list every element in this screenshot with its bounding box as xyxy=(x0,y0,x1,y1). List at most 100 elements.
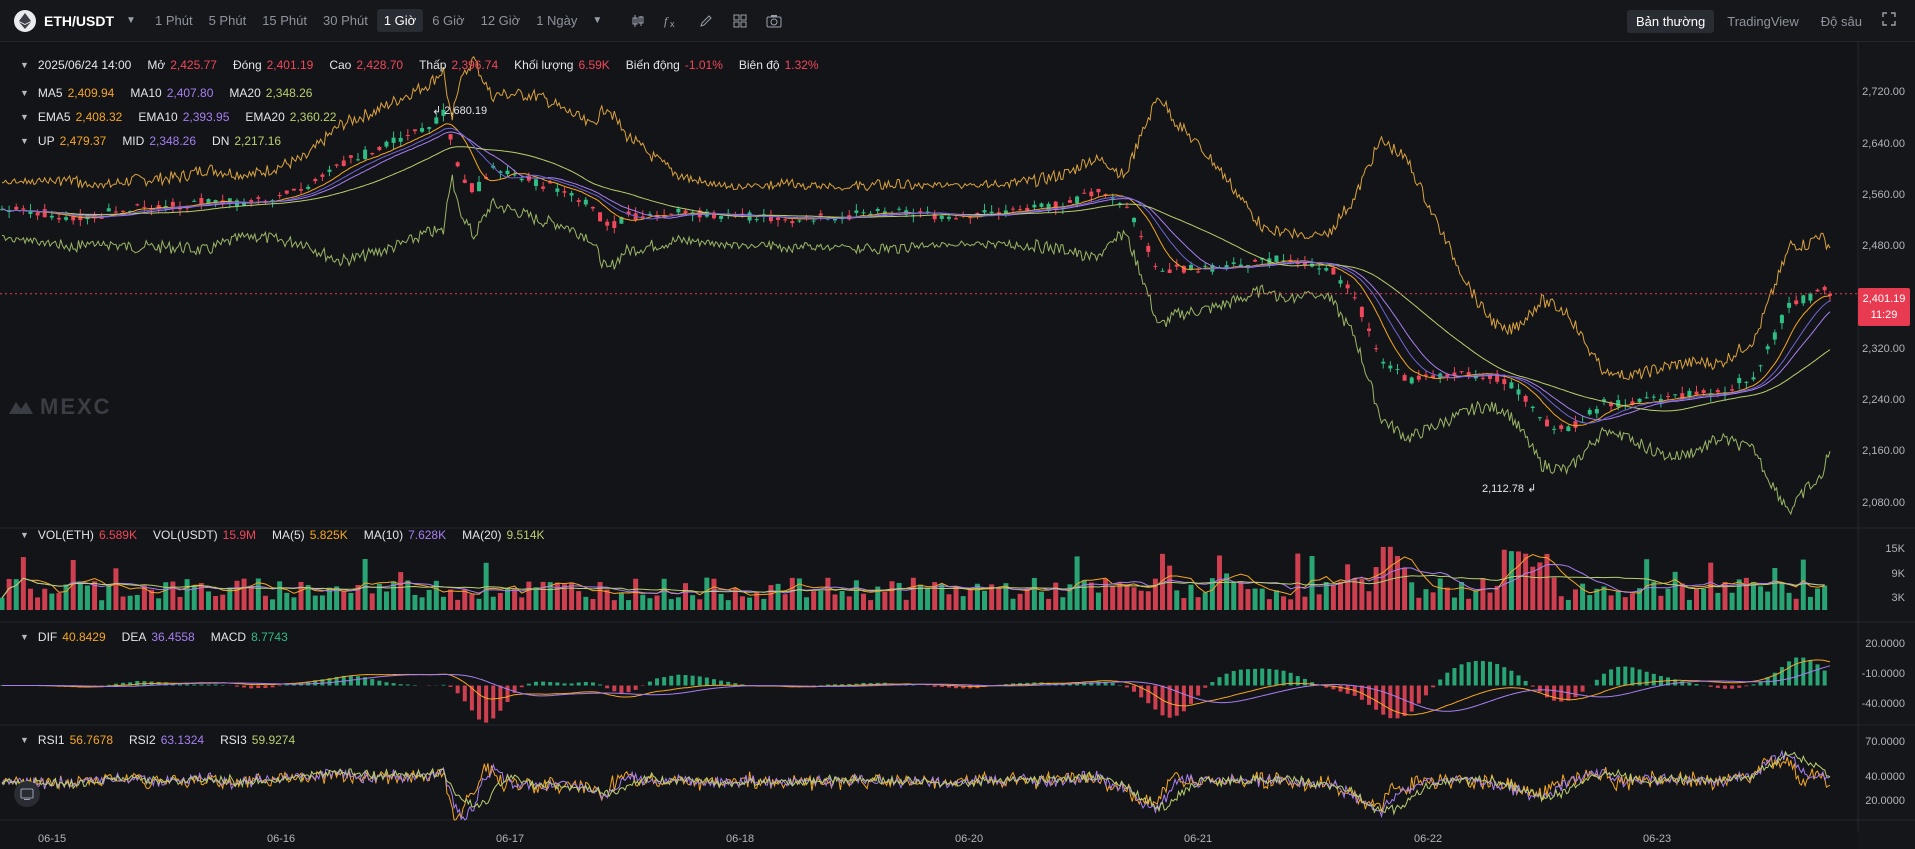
date-tick: 06-20 xyxy=(955,833,984,845)
candle-body xyxy=(1509,382,1514,389)
candle-body xyxy=(1011,208,1016,210)
macd-histogram-bar xyxy=(277,685,282,687)
volume-bar xyxy=(177,596,183,610)
interval-1h[interactable]: 1 Giờ xyxy=(376,9,424,32)
macd-histogram-bar xyxy=(1395,685,1400,719)
volume-bar xyxy=(1338,581,1344,610)
collapse-chevron-icon[interactable]: ▼ xyxy=(20,136,29,146)
candle-body xyxy=(1744,381,1749,383)
macd-histogram-bar xyxy=(1445,672,1450,686)
volume-bar xyxy=(1095,592,1101,610)
candles-settings-icon[interactable] xyxy=(628,11,648,31)
macd-histogram-bar xyxy=(1203,685,1208,688)
volume-bar xyxy=(1551,577,1557,610)
indicators-fx-icon[interactable]: fx xyxy=(662,11,682,31)
candle-body xyxy=(1594,409,1599,414)
ema20-label: EMA20 xyxy=(245,110,285,124)
collapse-chevron-icon[interactable]: ▼ xyxy=(20,112,29,122)
candle-body xyxy=(1566,426,1571,432)
volume-bar xyxy=(1565,599,1571,610)
macd-histogram-bar xyxy=(676,674,681,686)
macd-histogram-bar xyxy=(569,683,574,686)
volume-bar xyxy=(1437,578,1443,610)
amplitude-value: 1.32% xyxy=(784,58,819,72)
volume-bar xyxy=(761,598,767,610)
camera-icon[interactable] xyxy=(764,11,784,31)
low-value: 2,396.74 xyxy=(451,58,499,72)
view-basic[interactable]: Bản thường xyxy=(1626,9,1715,33)
candle-body xyxy=(405,135,410,137)
interval-6h[interactable]: 6 Giờ xyxy=(425,9,471,32)
volume-bar xyxy=(1010,598,1016,610)
vol-ma10-label: MA(10) xyxy=(363,528,404,542)
volume-bar xyxy=(818,590,824,610)
volume-bar xyxy=(1380,546,1386,610)
volume-bar xyxy=(1309,555,1315,610)
volume-bar xyxy=(1758,586,1764,610)
price-chart[interactable] xyxy=(0,42,1915,849)
macd-histogram-bar xyxy=(1794,657,1799,686)
volume-bar xyxy=(227,588,233,610)
macd-histogram-bar xyxy=(355,676,360,686)
candle-body xyxy=(669,213,674,215)
volume-bar xyxy=(1779,583,1785,610)
view-depth[interactable]: Độ sâu xyxy=(1812,10,1871,33)
interval-15m[interactable]: 15 Phút xyxy=(255,9,314,32)
collapse-chevron-icon[interactable]: ▼ xyxy=(20,60,29,70)
view-tradingview[interactable]: TradingView xyxy=(1718,10,1808,33)
interval-5m[interactable]: 5 Phút xyxy=(202,9,254,32)
rsi3-label: RSI3 xyxy=(220,733,247,747)
macd-histogram-bar xyxy=(605,685,610,689)
layout-grid-icon[interactable] xyxy=(730,11,750,31)
macd-histogram-bar xyxy=(177,684,182,686)
volume-bar xyxy=(1444,587,1450,610)
volume-bar xyxy=(576,591,582,610)
dif-label: DIF xyxy=(37,630,58,644)
volume-bar xyxy=(220,594,226,610)
fullscreen-icon[interactable] xyxy=(1881,11,1901,31)
interval-12h[interactable]: 12 Giờ xyxy=(474,9,528,32)
volume-bar xyxy=(967,587,973,610)
candle-body xyxy=(35,212,40,216)
ma5-label: MA5 xyxy=(37,86,63,100)
volume-bar xyxy=(697,599,703,610)
rsi-legend: ▼ RSI1 56.7678 RSI2 63.1324 RSI3 59.9274 xyxy=(20,733,295,747)
candle-date: 2025/06/24 14:00 xyxy=(37,58,132,72)
candle-body xyxy=(106,208,111,212)
symbol-selector[interactable]: ETH/USDT ▼ xyxy=(0,9,148,32)
macd-histogram-bar xyxy=(1381,685,1386,715)
volume-bar xyxy=(319,595,325,610)
interval-more-icon[interactable]: ▼ xyxy=(592,15,602,26)
macd-histogram-bar xyxy=(1452,668,1457,686)
interval-30m[interactable]: 30 Phút xyxy=(316,9,375,32)
volume-bar xyxy=(120,596,126,610)
volume-bar xyxy=(1259,588,1265,610)
macd-histogram-bar xyxy=(1651,673,1656,686)
volume-bar xyxy=(1601,586,1607,610)
collapse-chevron-icon[interactable]: ▼ xyxy=(20,88,29,98)
collapse-chevron-icon[interactable]: ▼ xyxy=(20,735,29,745)
volume-bar xyxy=(1608,595,1614,610)
date-tick: 06-21 xyxy=(1184,833,1213,845)
volume-bar xyxy=(1786,592,1792,610)
volume-bar xyxy=(618,593,624,610)
macd-histogram-bar xyxy=(526,683,531,686)
macd-histogram-bar xyxy=(1609,669,1614,686)
macd-histogram-bar xyxy=(1516,675,1521,686)
volume-bar xyxy=(20,557,26,610)
date-tick: 06-17 xyxy=(496,833,525,845)
volume-bar xyxy=(312,595,318,610)
draw-pencil-icon[interactable] xyxy=(696,11,716,31)
volume-bar xyxy=(1302,596,1308,610)
interval-1d[interactable]: 1 Ngày xyxy=(529,9,584,32)
collapse-chevron-icon[interactable]: ▼ xyxy=(20,632,29,642)
macd-histogram-bar xyxy=(1722,685,1727,689)
interval-1m[interactable]: 1 Phút xyxy=(148,9,200,32)
candle-body xyxy=(519,178,524,181)
chart-settings-button[interactable] xyxy=(14,781,40,807)
high-annotation-value: 2,680.19 xyxy=(444,105,488,117)
candle-body xyxy=(1815,289,1820,292)
collapse-chevron-icon[interactable]: ▼ xyxy=(20,530,29,540)
macd-histogram-bar xyxy=(1245,669,1250,686)
macd-histogram-bar xyxy=(1502,667,1507,686)
